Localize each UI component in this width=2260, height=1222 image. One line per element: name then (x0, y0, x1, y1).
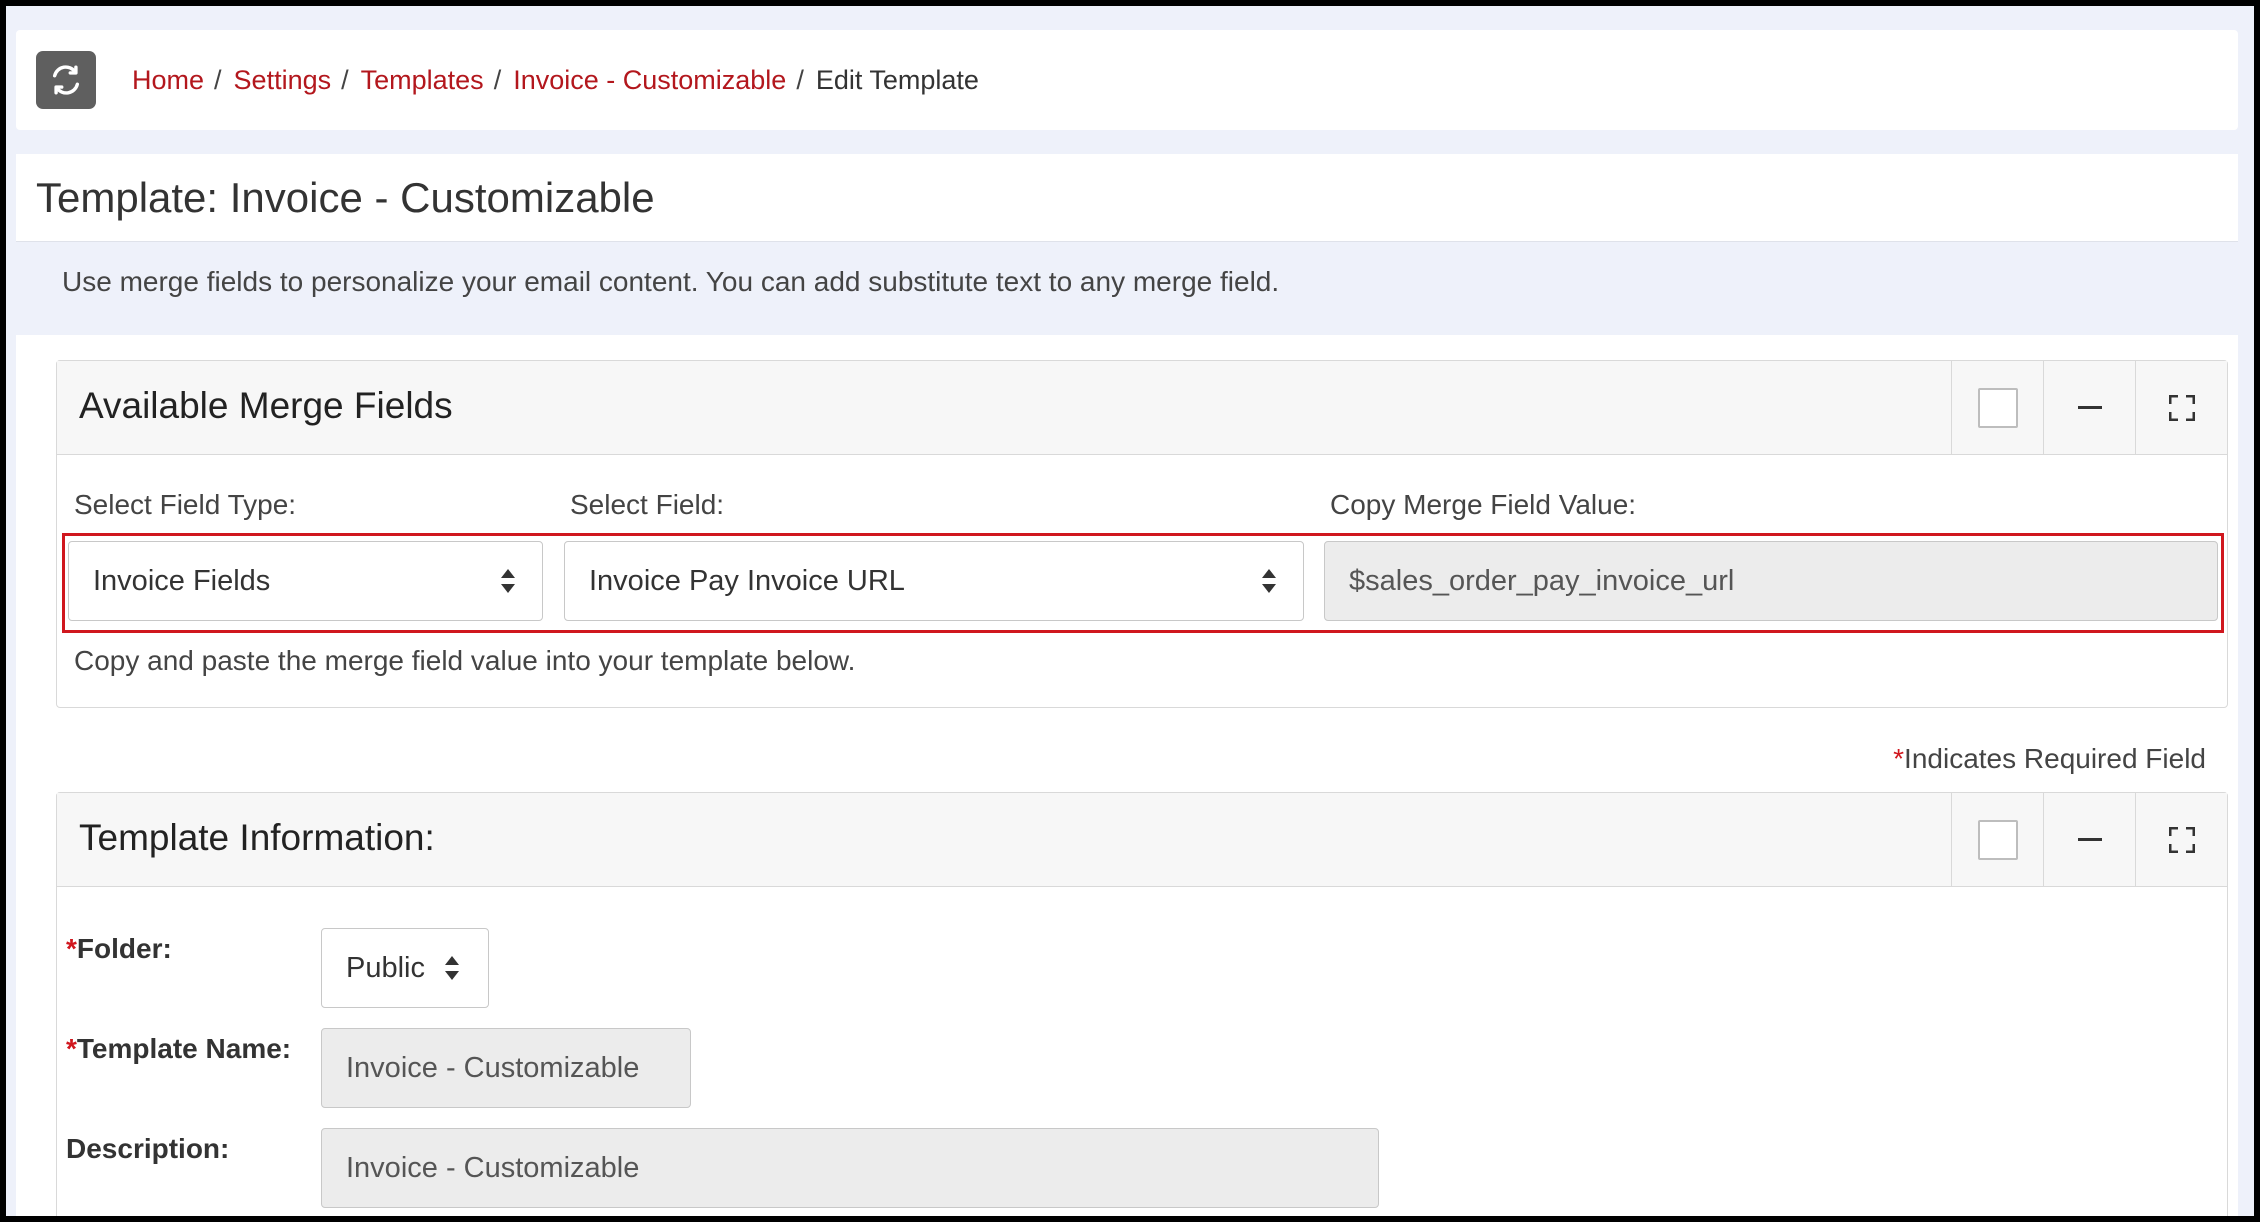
template-name-value: Invoice - Customizable (346, 1051, 640, 1084)
content-area: Available Merge Fields Select Field Type… (16, 335, 2238, 1222)
panel-expand-button[interactable] (2135, 793, 2227, 886)
panel-select-checkbox[interactable] (1951, 793, 2043, 886)
merge-fields-panel-title: Available Merge Fields (79, 385, 453, 426)
page-title: Template: Invoice - Customizable (36, 174, 655, 221)
template-name-label: *Template Name: (66, 1033, 291, 1065)
sort-arrows-icon (445, 956, 459, 980)
folder-select[interactable]: Public (321, 928, 489, 1008)
template-name-label-text: Template Name: (76, 1033, 292, 1064)
required-field-note: *Indicates Required Field (1893, 743, 2206, 775)
template-info-panel-header: Template Information: (57, 793, 2227, 887)
required-star: * (66, 1033, 77, 1064)
checkbox (1977, 387, 2018, 428)
breadcrumb-settings[interactable]: Settings (234, 65, 332, 95)
panel-minimize-button[interactable] (2043, 361, 2135, 454)
expand-icon (2168, 826, 2195, 853)
panel-tools (1951, 361, 2227, 454)
required-star: * (1893, 743, 1905, 774)
refresh-button[interactable] (36, 51, 96, 109)
panel-minimize-button[interactable] (2043, 793, 2135, 886)
description-value: Invoice - Customizable (346, 1151, 640, 1184)
merge-fields-panel-header: Available Merge Fields (57, 361, 2227, 455)
required-note-text: Indicates Required Field (1904, 743, 2206, 774)
breadcrumb-current: Edit Template (815, 65, 979, 95)
copy-merge-field-value: $sales_order_pay_invoice_url (1349, 564, 1735, 597)
folder-select-value: Public (346, 951, 425, 984)
required-star: * (66, 933, 77, 964)
breadcrumb: Home / Settings / Templates / Invoice - Custom… (132, 64, 979, 96)
template-name-input[interactable]: Invoice - Customizable (321, 1028, 691, 1108)
minus-icon (2077, 838, 2102, 841)
copy-merge-field-value-input[interactable]: $sales_order_pay_invoice_url (1324, 541, 2218, 621)
breadcrumb-separator: / (214, 65, 222, 95)
breadcrumb-separator: / (341, 65, 349, 95)
description-input[interactable]: Invoice - Customizable (321, 1128, 1379, 1208)
sort-arrows-icon (501, 569, 515, 593)
merge-help-text: Copy and paste the merge field value int… (74, 645, 856, 676)
merge-fields-panel: Available Merge Fields Select Field Type… (56, 360, 2228, 708)
sort-arrows-icon (1262, 569, 1276, 593)
template-info-panel: Template Information: *Folder: Public *T… (56, 792, 2228, 1222)
field-select[interactable]: Invoice Pay Invoice URL (564, 541, 1304, 621)
page-title-card: Template: Invoice - Customizable (16, 154, 2238, 242)
field-type-select-value: Invoice Fields (93, 564, 271, 597)
breadcrumb-home[interactable]: Home (132, 65, 204, 95)
checkbox (1977, 819, 2018, 860)
breadcrumb-separator: / (493, 65, 502, 95)
field-type-select[interactable]: Invoice Fields (68, 541, 543, 621)
field-type-label: Select Field Type: (74, 489, 297, 520)
minus-icon (2077, 406, 2102, 409)
panel-tools (1951, 793, 2227, 886)
breadcrumb-bar: Home / Settings / Templates / Invoice - Custom… (16, 30, 2238, 130)
template-info-panel-title: Template Information: (79, 817, 435, 858)
folder-label: *Folder: (66, 933, 172, 965)
merge-info-text: Use merge fields to personalize your ema… (62, 266, 1280, 297)
field-label: Select Field: (570, 489, 725, 520)
breadcrumb-separator: / (796, 65, 804, 95)
expand-icon (2168, 394, 2195, 421)
field-select-value: Invoice Pay Invoice URL (589, 564, 905, 597)
copy-value-label: Copy Merge Field Value: (1330, 489, 1637, 520)
breadcrumb-invoice-customizable[interactable]: Invoice - Customizable (513, 65, 786, 95)
description-label: Description: (66, 1133, 230, 1164)
folder-label-text: Folder: (76, 933, 172, 964)
panel-select-checkbox[interactable] (1951, 361, 2043, 454)
breadcrumb-templates[interactable]: Templates (361, 65, 484, 95)
refresh-icon (52, 65, 80, 95)
panel-expand-button[interactable] (2135, 361, 2227, 454)
